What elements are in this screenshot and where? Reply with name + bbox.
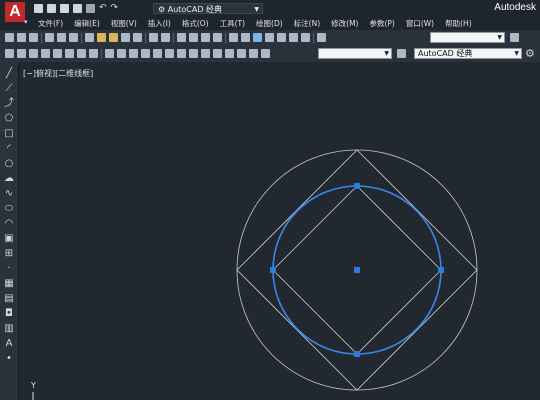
grip-center[interactable]	[354, 267, 360, 273]
ucs-y-label: Y	[31, 381, 36, 390]
drawing-area[interactable]	[0, 0, 540, 400]
grip-right[interactable]	[438, 267, 444, 273]
grip-left[interactable]	[270, 267, 276, 273]
grip-bottom[interactable]	[354, 351, 360, 357]
grip-top[interactable]	[354, 183, 360, 189]
